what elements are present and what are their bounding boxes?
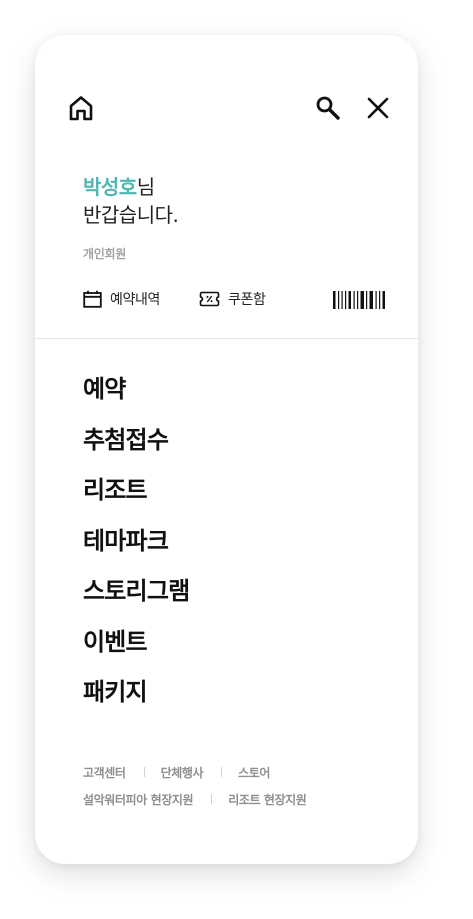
side-menu-panel: 박성호님 반갑습니다. 개인회원 예약내역 쿠폰함 예약 추첨접수 리조트 테마… xyxy=(35,35,418,864)
user-greeting: 박성호님 반갑습니다. xyxy=(83,173,179,229)
footer-link-waterpia-support[interactable]: 설악워터피아 현장지원 xyxy=(83,791,194,808)
user-name: 박성호 xyxy=(83,175,137,199)
coupon-box-label: 쿠폰함 xyxy=(228,292,266,308)
footer-separator xyxy=(211,794,213,804)
greeting-text: 반갑습니다. xyxy=(83,203,179,227)
footer-separator xyxy=(221,767,223,777)
search-icon[interactable] xyxy=(315,95,341,121)
menu-item-theme-park[interactable]: 테마파크 xyxy=(83,523,189,574)
menu-item-resort[interactable]: 리조트 xyxy=(83,472,189,523)
footer-link-group-events[interactable]: 단체행사 xyxy=(161,764,204,781)
barcode-icon[interactable] xyxy=(333,291,385,309)
menu-item-reservation[interactable]: 예약 xyxy=(83,371,189,422)
coupon-box-link[interactable]: 쿠폰함 xyxy=(199,288,266,310)
member-type-label: 개인회원 xyxy=(83,247,126,261)
reservations-link[interactable]: 예약내역 xyxy=(83,288,160,310)
section-divider xyxy=(35,338,418,339)
coupon-icon xyxy=(199,291,220,307)
menu-item-storygram[interactable]: 스토리그램 xyxy=(83,573,190,624)
footer-link-resort-support[interactable]: 리조트 현장지원 xyxy=(228,791,307,808)
footer-link-store[interactable]: 스토어 xyxy=(238,764,270,781)
menu-item-event[interactable]: 이벤트 xyxy=(83,624,189,675)
menu-item-lottery[interactable]: 추첨접수 xyxy=(83,422,189,473)
footer-links: 고객센터 단체행사 스토어 설악워터피아 현장지원 리조트 현장지원 xyxy=(83,764,307,818)
main-menu: 예약 추첨접수 리조트 테마파크 스토리그램 이벤트 패키지 xyxy=(83,371,190,725)
menu-item-package[interactable]: 패키지 xyxy=(83,674,189,725)
footer-separator xyxy=(143,767,145,777)
calendar-icon xyxy=(83,290,102,308)
footer-link-customer-center[interactable]: 고객센터 xyxy=(83,764,126,781)
home-icon[interactable] xyxy=(67,94,95,122)
close-icon[interactable] xyxy=(365,95,391,121)
user-honorific: 님 xyxy=(136,175,155,199)
reservations-label: 예약내역 xyxy=(110,292,160,308)
